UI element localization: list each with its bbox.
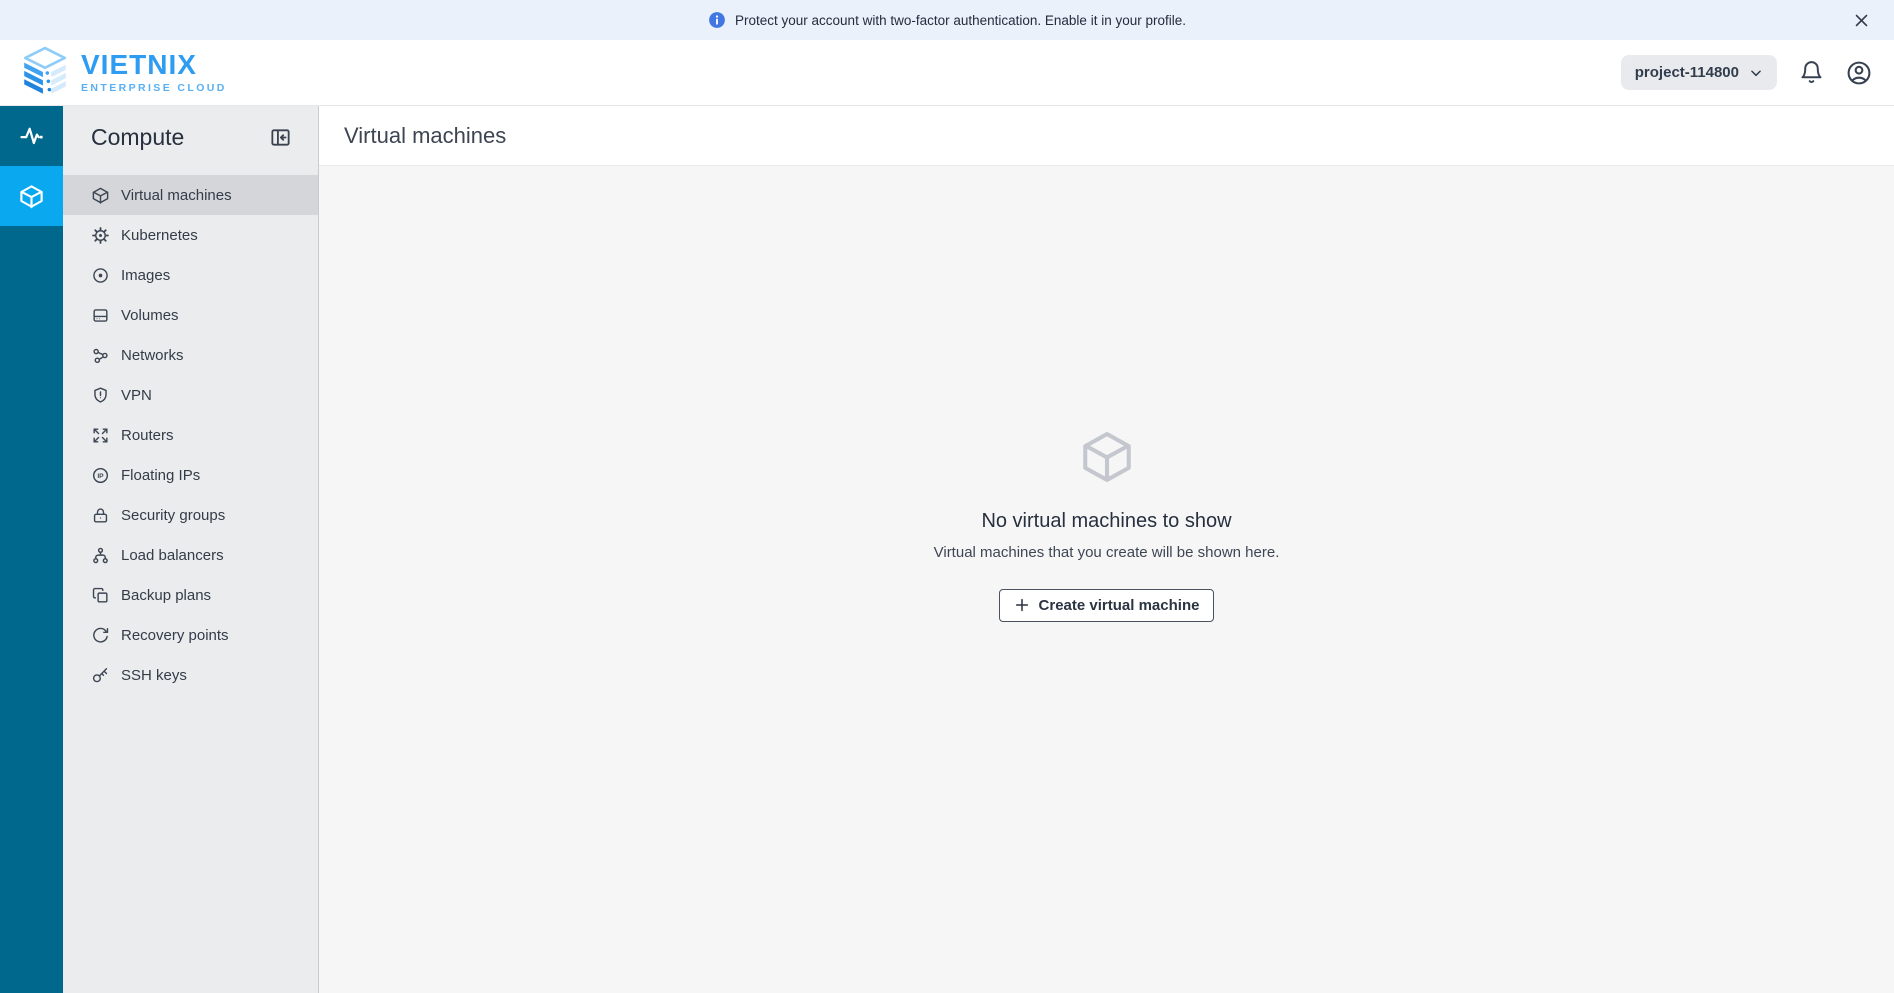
images-icon <box>91 266 110 285</box>
bell-icon <box>1799 60 1824 85</box>
volumes-icon <box>91 306 110 325</box>
main-content: No virtual machines to show Virtual mach… <box>319 166 1894 993</box>
sidebar-item-label: Routers <box>121 427 174 444</box>
ssh-keys-icon <box>91 666 110 685</box>
security-groups-icon <box>91 506 110 525</box>
sidebar-item-label: Security groups <box>121 507 225 524</box>
rail-item-monitoring[interactable] <box>0 106 63 166</box>
create-virtual-machine-button[interactable]: Create virtual machine <box>999 589 1215 622</box>
brand-name: VIETNIX <box>81 51 227 79</box>
sidebar-item-virtual-machines[interactable]: Virtual machines <box>63 175 318 215</box>
plus-icon <box>1014 597 1030 613</box>
close-icon <box>1853 12 1870 29</box>
banner-close-button[interactable] <box>1848 7 1874 33</box>
info-icon <box>708 11 726 29</box>
sidebar-item-label: SSH keys <box>121 667 187 684</box>
project-selector-value: project-114800 <box>1635 64 1739 81</box>
project-selector[interactable]: project-114800 <box>1621 55 1777 90</box>
compute-sidebar: Compute Virtual machines <box>63 106 319 993</box>
kubernetes-icon <box>91 226 110 245</box>
empty-state: No virtual machines to show Virtual mach… <box>934 428 1280 622</box>
sidebar-item-security-groups[interactable]: Security groups <box>63 495 318 535</box>
panel-collapse-left-icon <box>269 126 292 149</box>
header-controls: project-114800 <box>1621 55 1872 90</box>
sidebar-item-label: Load balancers <box>121 547 224 564</box>
account-menu-button[interactable] <box>1846 60 1872 86</box>
two-factor-banner: Protect your account with two-factor aut… <box>0 0 1894 40</box>
empty-state-description: Virtual machines that you create will be… <box>934 544 1280 561</box>
sidebar-nav: Virtual machines Kubernetes <box>63 168 318 695</box>
activity-icon <box>18 122 46 150</box>
page-title: Virtual machines <box>344 123 506 149</box>
product-rail <box>0 106 63 993</box>
sidebar-item-label: Kubernetes <box>121 227 198 244</box>
app-body: Compute Virtual machines <box>0 106 1894 993</box>
banner-content: Protect your account with two-factor aut… <box>708 11 1186 29</box>
collapse-sidebar-button[interactable] <box>269 126 292 149</box>
sidebar-item-vpn[interactable]: VPN <box>63 375 318 415</box>
vietnix-logo-icon <box>18 46 72 100</box>
brand-tagline: ENTERPRISE CLOUD <box>81 83 227 94</box>
banner-message: Protect your account with two-factor aut… <box>735 13 1186 28</box>
sidebar-item-label: VPN <box>121 387 152 404</box>
cube-outline-icon <box>1078 428 1136 486</box>
empty-state-heading: No virtual machines to show <box>934 510 1280 533</box>
floating-ips-icon: IP <box>91 466 110 485</box>
brand-logo-link[interactable]: VIETNIX ENTERPRISE CLOUD <box>18 46 227 100</box>
sidebar-item-floating-ips[interactable]: IP Floating IPs <box>63 455 318 495</box>
recovery-points-icon <box>91 626 110 645</box>
sidebar-item-backup-plans[interactable]: Backup plans <box>63 575 318 615</box>
brand-text: VIETNIX ENTERPRISE CLOUD <box>81 51 227 94</box>
chevron-down-icon <box>1749 66 1763 80</box>
sidebar-item-label: Volumes <box>121 307 179 324</box>
sidebar-item-kubernetes[interactable]: Kubernetes <box>63 215 318 255</box>
sidebar-item-load-balancers[interactable]: Load balancers <box>63 535 318 575</box>
sidebar-item-label: Networks <box>121 347 184 364</box>
vpn-icon <box>91 386 110 405</box>
main-titlebar: Virtual machines <box>319 106 1894 166</box>
networks-icon <box>91 346 110 365</box>
cube-icon <box>91 186 110 205</box>
sidebar-item-label: Floating IPs <box>121 467 200 484</box>
sidebar-item-label: Backup plans <box>121 587 211 604</box>
sidebar-item-networks[interactable]: Networks <box>63 335 318 375</box>
sidebar-item-recovery-points[interactable]: Recovery points <box>63 615 318 655</box>
create-virtual-machine-label: Create virtual machine <box>1039 597 1200 614</box>
sidebar-item-volumes[interactable]: Volumes <box>63 295 318 335</box>
rail-item-compute[interactable] <box>0 166 63 226</box>
user-circle-icon <box>1846 60 1872 86</box>
backup-plans-icon <box>91 586 110 605</box>
routers-icon <box>91 426 110 445</box>
sidebar-item-routers[interactable]: Routers <box>63 415 318 455</box>
app-window: Protect your account with two-factor aut… <box>0 0 1894 993</box>
sidebar-item-label: Virtual machines <box>121 187 232 204</box>
app-header: VIETNIX ENTERPRISE CLOUD project-114800 <box>0 40 1894 106</box>
sidebar-item-images[interactable]: Images <box>63 255 318 295</box>
sidebar-item-label: Images <box>121 267 170 284</box>
sidebar-title: Compute <box>91 124 184 151</box>
sidebar-item-label: Recovery points <box>121 627 229 644</box>
load-balancers-icon <box>91 546 110 565</box>
compute-cube-icon <box>18 183 45 210</box>
sidebar-item-ssh-keys[interactable]: SSH keys <box>63 655 318 695</box>
notifications-button[interactable] <box>1799 60 1824 85</box>
main-panel: Virtual machines No virtual machines to … <box>319 106 1894 993</box>
svg-text:IP: IP <box>97 473 104 480</box>
sidebar-header: Compute <box>63 106 318 168</box>
